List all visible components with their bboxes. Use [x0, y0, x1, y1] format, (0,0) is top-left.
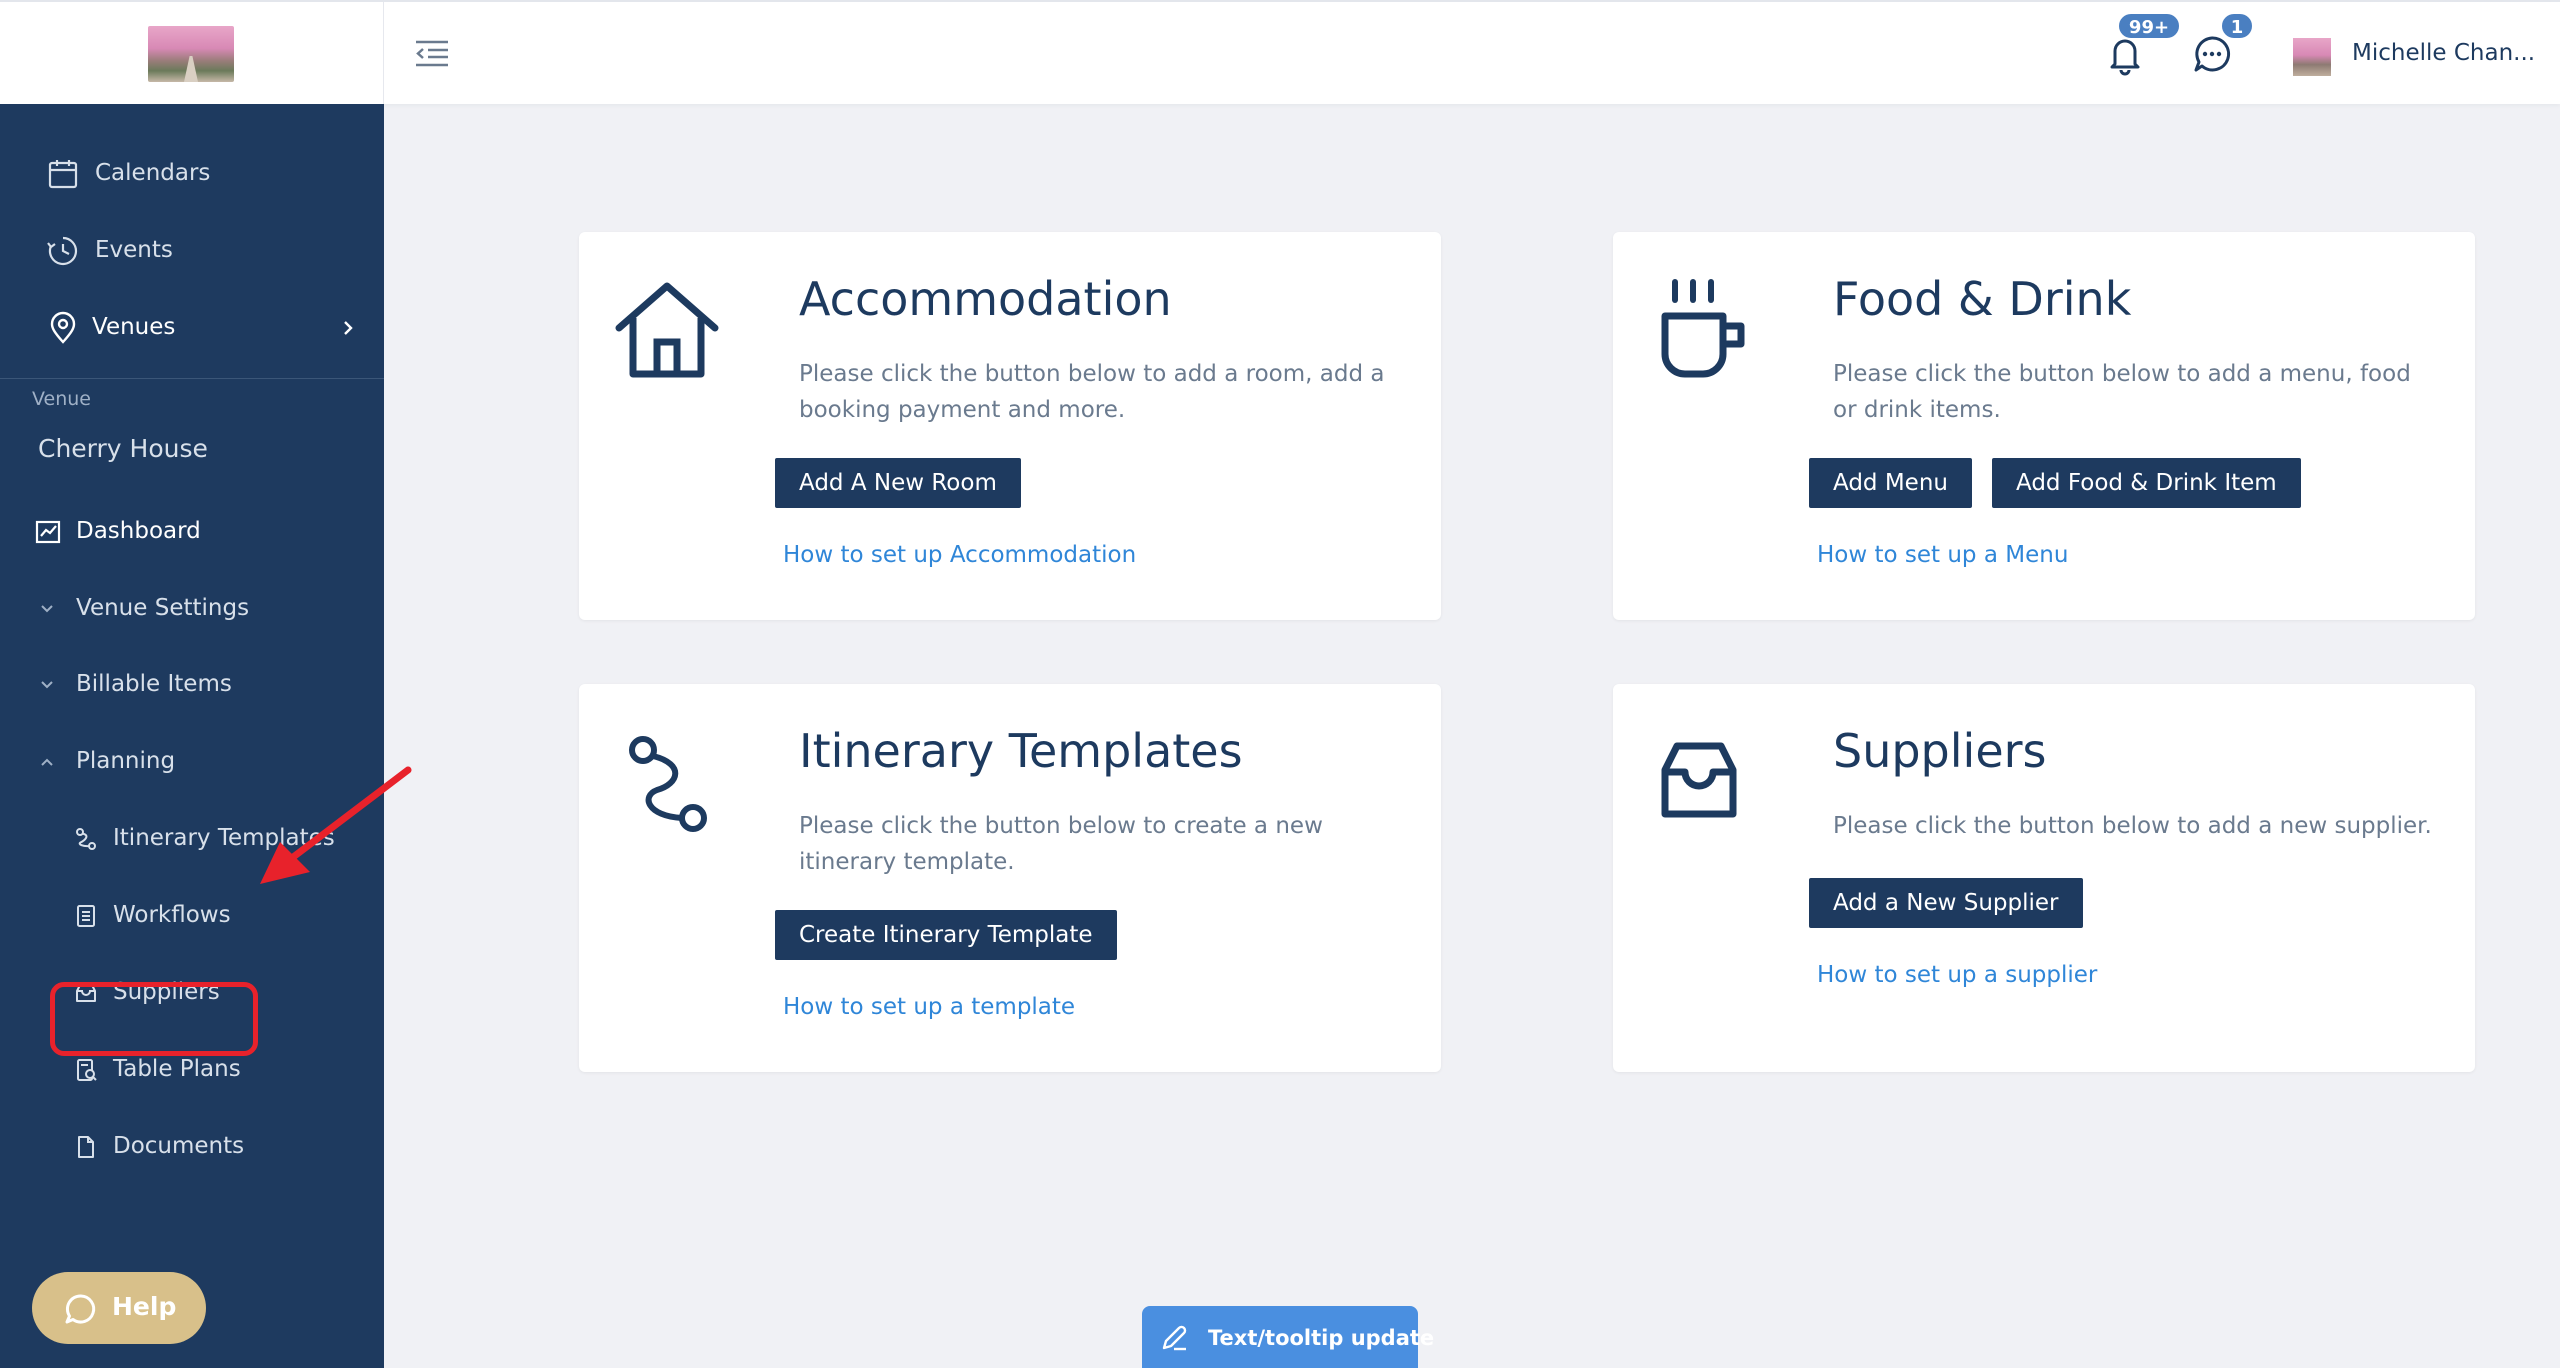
- avatar[interactable]: [2293, 38, 2331, 76]
- template-help-link[interactable]: How to set up a template: [783, 994, 1075, 1020]
- sidebar-item-calendars[interactable]: Calendars: [0, 146, 384, 202]
- chart-icon: [35, 520, 61, 544]
- sidebar-item-label: Events: [95, 237, 173, 263]
- chevron-up-icon: [41, 758, 53, 766]
- card-description: Please click the button below to add a n…: [1833, 813, 2432, 839]
- tooltip-update-label: Text/tooltip update: [1208, 1326, 1435, 1350]
- sidebar-item-venues[interactable]: Venues: [0, 300, 384, 356]
- sidebar-item-billable-items[interactable]: Billable Items: [0, 657, 384, 713]
- add-new-room-button[interactable]: Add A New Room: [775, 458, 1021, 508]
- sidebar-item-label: Planning: [76, 748, 176, 774]
- text-tooltip-update-button[interactable]: Text/tooltip update: [1142, 1306, 1434, 1368]
- menu-help-link[interactable]: How to set up a Menu: [1817, 542, 2068, 568]
- user-name[interactable]: Michelle Chan...: [2352, 40, 2535, 66]
- sidebar-item-label: Documents: [113, 1133, 245, 1159]
- help-label: Help: [112, 1292, 177, 1321]
- sidebar-item-workflows[interactable]: Workflows: [0, 888, 384, 944]
- chat-bubble-icon: [65, 1294, 96, 1324]
- sidebar-item-label: Billable Items: [76, 671, 232, 697]
- create-itinerary-template-button[interactable]: Create Itinerary Template: [775, 910, 1117, 960]
- sidebar-item-documents[interactable]: Documents: [0, 1119, 384, 1175]
- sidebar-item-label: Table Plans: [113, 1056, 241, 1082]
- sidebar-item-venue-settings[interactable]: Venue Settings: [0, 581, 384, 637]
- chevron-down-icon: [41, 681, 53, 689]
- message-badge: 1: [2220, 12, 2254, 40]
- house-icon: [615, 282, 719, 378]
- sidebar-item-label: Venue Settings: [76, 595, 250, 621]
- sidebar-section-label: Venue: [32, 388, 91, 410]
- inbox-icon: [1661, 742, 1737, 818]
- annotation-arrow-icon: [260, 766, 412, 884]
- route-icon: [629, 736, 707, 832]
- sidebar-divider: [0, 378, 384, 379]
- sidebar: Calendars Events Venues Venue Cherry Hou…: [0, 104, 384, 1368]
- sidebar-item-label: Venues: [92, 314, 176, 340]
- card-description: Please click the button below to add a m…: [1833, 361, 2411, 423]
- card-description: Please click the button below to create …: [799, 813, 1323, 875]
- logo-area[interactable]: [0, 2, 384, 106]
- card-title: Suppliers: [1833, 724, 2047, 778]
- accommodation-help-link[interactable]: How to set up Accommodation: [783, 542, 1136, 568]
- chat-icon[interactable]: [2192, 32, 2232, 76]
- supplier-help-link[interactable]: How to set up a supplier: [1817, 962, 2097, 988]
- card-title: Itinerary Templates: [799, 724, 1243, 778]
- chevron-down-icon: [41, 605, 53, 613]
- top-bar: 99+ 1 Michelle Chan...: [0, 0, 2560, 106]
- route-icon: [76, 828, 96, 850]
- collapse-menu-icon[interactable]: [414, 38, 450, 68]
- calendar-icon: [48, 160, 78, 189]
- card-title: Accommodation: [799, 272, 1172, 326]
- file-icon: [78, 1136, 94, 1158]
- suppliers-card: Suppliers Please click the button below …: [1613, 684, 2475, 1072]
- sidebar-item-events[interactable]: Events: [0, 223, 384, 279]
- sidebar-item-label: Dashboard: [76, 518, 201, 544]
- help-button[interactable]: Help: [32, 1272, 206, 1344]
- chevron-right-icon: [344, 321, 353, 335]
- workflows-highlight-box: [50, 982, 258, 1056]
- sidebar-item-label: Calendars: [95, 160, 211, 186]
- add-new-supplier-button[interactable]: Add a New Supplier: [1809, 878, 2083, 928]
- sidebar-item-label: Workflows: [113, 902, 231, 928]
- card-title: Food & Drink: [1833, 272, 2132, 326]
- add-menu-button[interactable]: Add Menu: [1809, 458, 1972, 508]
- accommodation-card: Accommodation Please click the button be…: [579, 232, 1441, 620]
- venue-logo[interactable]: [148, 26, 234, 82]
- card-description: Please click the button below to add a r…: [799, 361, 1385, 423]
- table-plan-icon: [77, 1059, 97, 1081]
- add-food-drink-item-button[interactable]: Add Food & Drink Item: [1992, 458, 2301, 508]
- clock-icon: [47, 236, 78, 266]
- sidebar-item-dashboard[interactable]: Dashboard: [0, 504, 384, 560]
- pencil-icon: [1162, 1325, 1187, 1351]
- notification-badge: 99+: [2117, 12, 2181, 40]
- venue-name: Cherry House: [38, 434, 208, 463]
- coffee-cup-icon: [1661, 279, 1745, 378]
- itinerary-templates-card: Itinerary Templates Please click the but…: [579, 684, 1441, 1072]
- food-drink-card: Food & Drink Please click the button bel…: [1613, 232, 2475, 620]
- location-pin-icon: [50, 311, 76, 344]
- document-list-icon: [77, 905, 95, 927]
